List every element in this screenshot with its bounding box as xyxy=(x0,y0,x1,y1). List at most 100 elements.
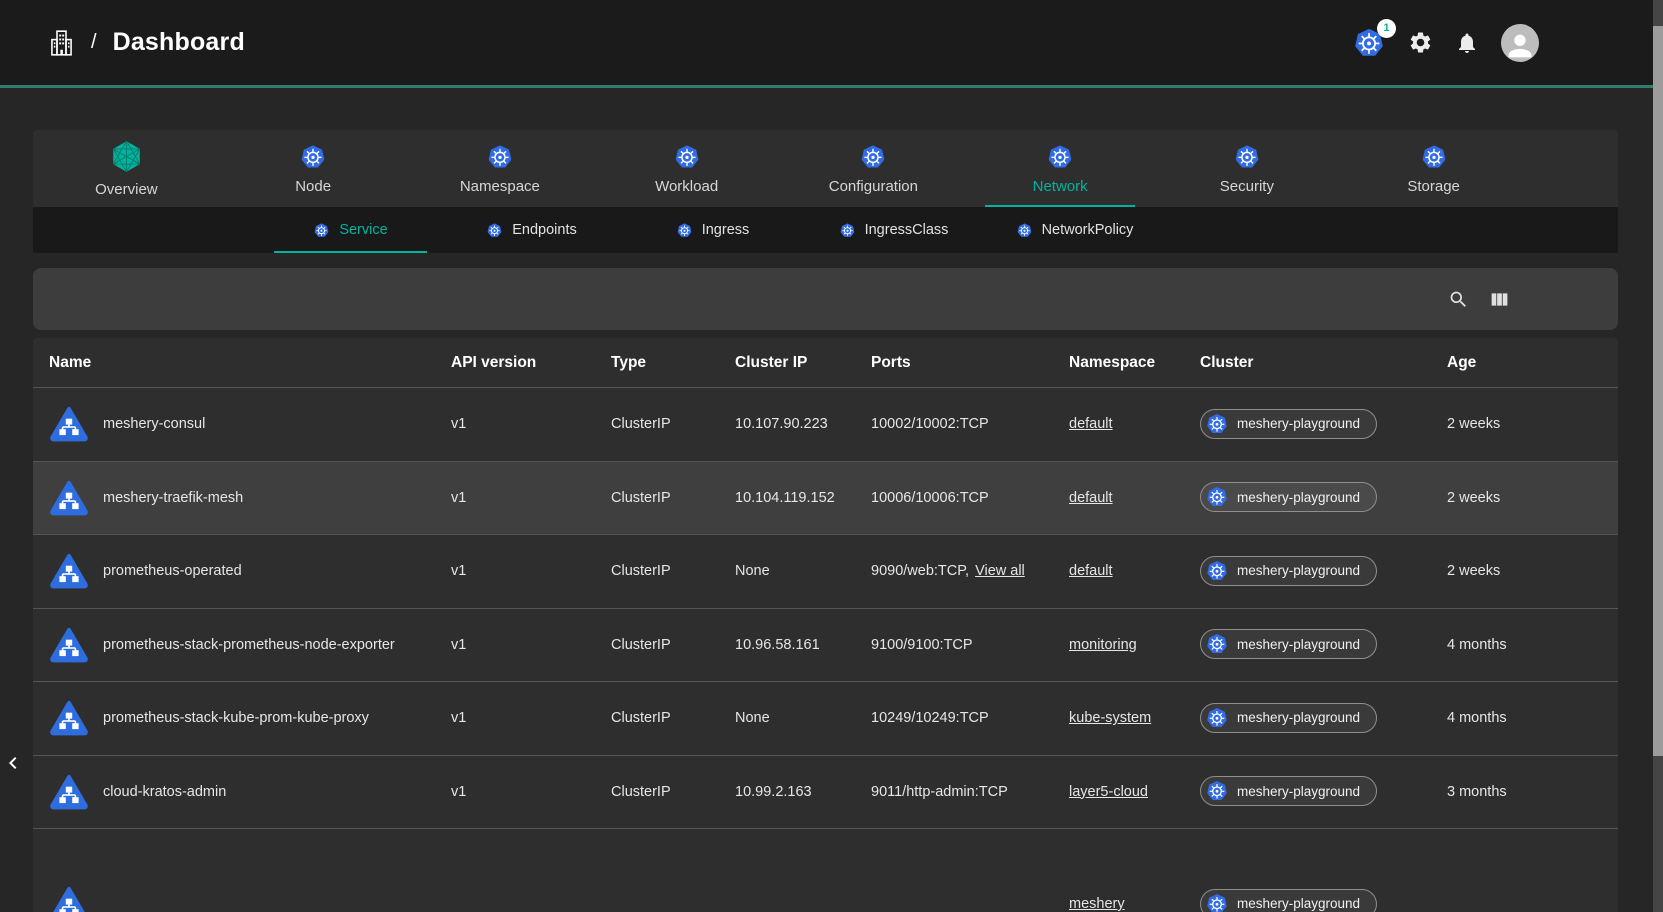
cluster-ip-cell: 10.104.119.152 xyxy=(735,490,871,506)
column-header-ports[interactable]: Ports xyxy=(871,354,1069,372)
cluster-cell: meshery-playground xyxy=(1200,629,1447,660)
namespace-link[interactable]: layer5-cloud xyxy=(1069,784,1148,800)
column-header-cluster-ip[interactable]: Cluster IP xyxy=(735,354,871,372)
tab-workload[interactable]: Workload xyxy=(593,130,780,207)
column-header-age[interactable]: Age xyxy=(1447,354,1618,372)
sidebar-collapse-button[interactable] xyxy=(1,751,25,775)
namespace-link[interactable]: default xyxy=(1069,416,1113,432)
namespace-cell: monitoring xyxy=(1069,637,1200,653)
cluster-chip[interactable]: meshery-playground xyxy=(1200,409,1377,439)
cluster-name: meshery-playground xyxy=(1237,637,1360,652)
age-cell: 2 weeks xyxy=(1447,416,1618,432)
service-icon xyxy=(49,480,89,516)
tab-node[interactable]: Node xyxy=(220,130,407,207)
table-row[interactable]: meshery-consul v1 ClusterIP 10.107.90.22… xyxy=(33,388,1618,462)
type-cell: ClusterIP xyxy=(611,637,735,653)
subtab-service[interactable]: Service xyxy=(260,207,441,253)
name-cell: cloud-kratos-admin xyxy=(33,774,451,810)
page-scrollbar[interactable] xyxy=(1653,0,1663,912)
subtab-endpoints[interactable]: Endpoints xyxy=(441,207,622,253)
search-button[interactable] xyxy=(1448,289,1469,310)
cluster-name: meshery-playground xyxy=(1237,490,1360,505)
tab-network[interactable]: Network xyxy=(967,130,1154,207)
kubernetes-icon xyxy=(1016,222,1033,239)
namespace-link[interactable]: meshery xyxy=(1069,896,1125,912)
kubernetes-icon xyxy=(859,143,887,171)
kubernetes-icon xyxy=(1205,559,1229,583)
cluster-chip[interactable]: meshery-playground xyxy=(1200,889,1377,912)
ports-cell: 9100/9100:TCP xyxy=(871,637,1069,653)
api-version-cell: v1 xyxy=(451,710,611,726)
table-row[interactable]: prometheus-stack-prometheus-node-exporte… xyxy=(33,609,1618,683)
resource-tabs: Overview Node Namespace Workload Configu… xyxy=(33,130,1618,207)
api-version-cell: v1 xyxy=(451,490,611,506)
api-version-cell: v1 xyxy=(451,784,611,800)
cluster-cell: meshery-playground xyxy=(1200,703,1447,734)
cluster-name: meshery-playground xyxy=(1237,710,1360,725)
namespace-link[interactable]: default xyxy=(1069,490,1113,506)
network-subtabs: Service Endpoints Ingress IngressClass N… xyxy=(33,207,1618,253)
ports-value: 9100/9100:TCP xyxy=(871,637,973,653)
cluster-chip[interactable]: meshery-playground xyxy=(1200,629,1377,659)
cluster-cell: meshery-playground xyxy=(1200,556,1447,587)
cluster-ip-cell: 10.96.58.161 xyxy=(735,637,871,653)
namespace-cell: default xyxy=(1069,490,1200,506)
service-icon xyxy=(49,886,89,912)
column-header-namespace[interactable]: Namespace xyxy=(1069,354,1200,372)
namespace-link[interactable]: default xyxy=(1069,563,1113,579)
tab-namespace[interactable]: Namespace xyxy=(407,130,594,207)
namespace-link[interactable]: kube-system xyxy=(1069,710,1151,726)
view-columns-button[interactable] xyxy=(1489,289,1510,310)
view-all-link[interactable]: View all xyxy=(975,563,1025,579)
table-body: meshery-consul v1 ClusterIP 10.107.90.22… xyxy=(33,388,1618,912)
name-cell: meshery-consul xyxy=(33,406,451,442)
tab-security[interactable]: Security xyxy=(1154,130,1341,207)
cluster-name: meshery-playground xyxy=(1237,416,1360,431)
ports-cell: 10006/10006:TCP xyxy=(871,490,1069,506)
table-row[interactable]: meshery meshery-playground xyxy=(33,829,1618,912)
namespace-link[interactable]: monitoring xyxy=(1069,637,1137,653)
column-header-type[interactable]: Type xyxy=(611,354,735,372)
cluster-chip[interactable]: meshery-playground xyxy=(1200,482,1377,512)
subtab-ingressclass[interactable]: IngressClass xyxy=(803,207,984,253)
service-icon xyxy=(49,627,89,663)
type-cell: ClusterIP xyxy=(611,784,735,800)
service-name: cloud-kratos-admin xyxy=(103,784,226,800)
namespace-cell: kube-system xyxy=(1069,710,1200,726)
search-icon xyxy=(1448,289,1469,310)
chevron-left-icon xyxy=(1,751,25,775)
table-row[interactable]: meshery-traefik-mesh v1 ClusterIP 10.104… xyxy=(33,462,1618,536)
kubernetes-icon xyxy=(486,143,514,171)
service-name: meshery-consul xyxy=(103,416,205,432)
subtab-ingress[interactable]: Ingress xyxy=(622,207,803,253)
column-header-cluster[interactable]: Cluster xyxy=(1200,354,1447,372)
cluster-name: meshery-playground xyxy=(1237,896,1360,911)
tab-configuration[interactable]: Configuration xyxy=(780,130,967,207)
service-icon xyxy=(49,406,89,442)
table-header-row: Name API version Type Cluster IP Ports N… xyxy=(33,338,1618,388)
column-header-api-version[interactable]: API version xyxy=(451,354,611,372)
ports-cell: 10249/10249:TCP xyxy=(871,710,1069,726)
kubernetes-icon xyxy=(1420,143,1448,171)
table-row[interactable]: prometheus-operated v1 ClusterIP None 90… xyxy=(33,535,1618,609)
scrollbar-thumb[interactable] xyxy=(1653,26,1663,756)
kubernetes-icon xyxy=(839,222,856,239)
name-cell: prometheus-stack-kube-prom-kube-proxy xyxy=(33,700,451,736)
column-header-name[interactable]: Name xyxy=(33,354,451,372)
type-cell: ClusterIP xyxy=(611,563,735,579)
service-name: prometheus-operated xyxy=(103,563,242,579)
subtab-networkpolicy[interactable]: NetworkPolicy xyxy=(984,207,1165,253)
kubernetes-icon xyxy=(313,222,330,239)
tab-overview[interactable]: Overview xyxy=(33,130,220,207)
cluster-chip[interactable]: meshery-playground xyxy=(1200,776,1377,806)
name-cell xyxy=(33,886,451,912)
ports-cell: 9090/web:TCP,View all xyxy=(871,563,1069,579)
service-name: meshery-traefik-mesh xyxy=(103,490,243,506)
tab-storage[interactable]: Storage xyxy=(1340,130,1527,207)
cluster-chip[interactable]: meshery-playground xyxy=(1200,556,1377,586)
cluster-chip[interactable]: meshery-playground xyxy=(1200,703,1377,733)
table-row[interactable]: cloud-kratos-admin v1 ClusterIP 10.99.2.… xyxy=(33,756,1618,830)
table-row[interactable]: prometheus-stack-kube-prom-kube-proxy v1… xyxy=(33,682,1618,756)
kubernetes-icon xyxy=(486,222,503,239)
meshery-logo-icon xyxy=(109,139,144,174)
